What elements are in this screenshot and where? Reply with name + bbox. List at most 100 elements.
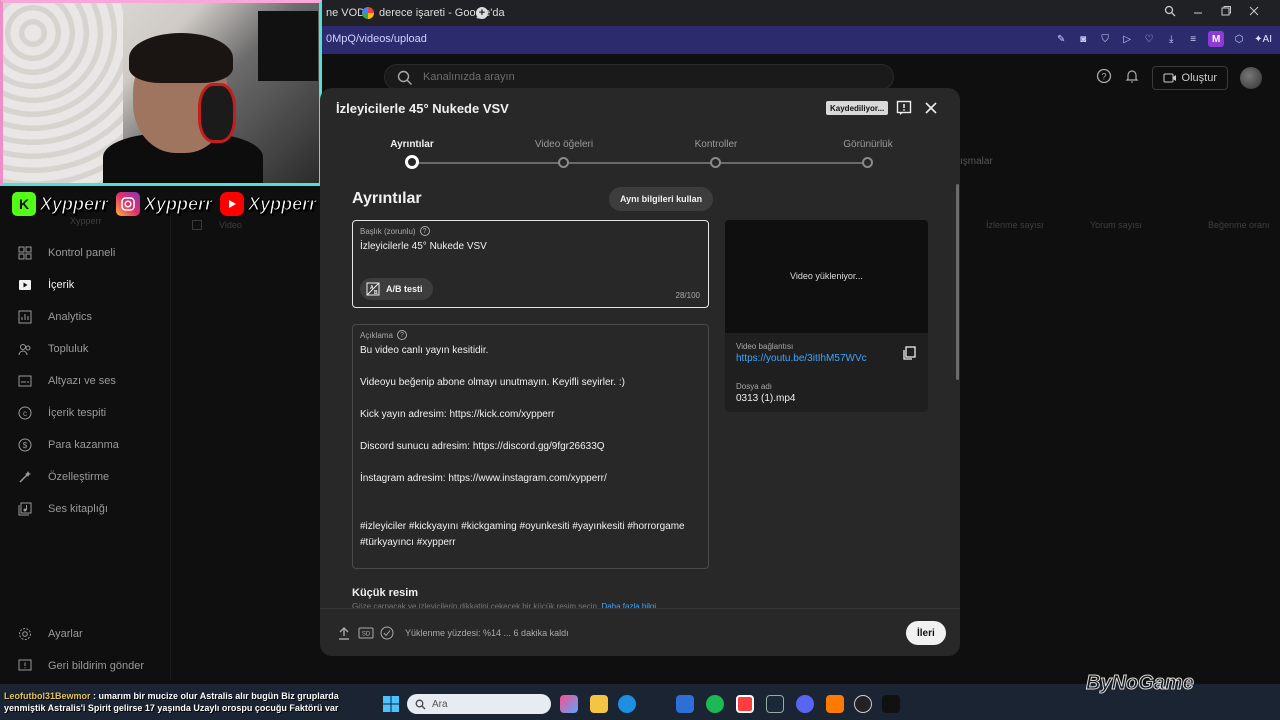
help-icon[interactable]: ? — [1096, 68, 1112, 89]
taskbar-app-icon[interactable] — [826, 695, 844, 713]
step-visibility[interactable]: Görünürlük — [843, 139, 892, 150]
reuse-details-button[interactable]: Aynı bilgileri kullan — [609, 187, 714, 211]
sidebar-item-dashboard[interactable]: Kontrol paneli — [18, 243, 115, 263]
sidebar-item-community[interactable]: Topluluk — [18, 339, 88, 359]
sidebar-item-content-detection[interactable]: c İçerik tespiti — [18, 403, 106, 423]
url-text[interactable]: 0MpQ/videos/upload — [326, 33, 427, 45]
description-line[interactable]: #türkyayıncı #xypperr — [360, 537, 456, 548]
video-link[interactable]: https://youtu.be/3itIhM57WVc — [736, 353, 867, 364]
spotify-icon[interactable] — [706, 695, 724, 713]
sidebar-item-label: Ayarlar — [48, 628, 83, 640]
restore-icon[interactable] — [1220, 5, 1232, 20]
kick-handle: Xypperr — [39, 193, 109, 214]
ab-test-button[interactable]: AB A/B testi — [360, 278, 433, 300]
studio-sidebar: Kontrol paneli İçerik Analytics Topluluk… — [0, 240, 170, 680]
next-button[interactable]: İleri — [906, 621, 946, 645]
step-checks-dot[interactable] — [710, 157, 721, 168]
mail-icon[interactable] — [676, 695, 694, 713]
taskbar-search[interactable]: Ara — [407, 694, 551, 714]
sidebar-item-audio-library[interactable]: Ses kitaplığı — [18, 499, 108, 519]
sidebar-item-send-feedback[interactable]: Geri bildirim gönder — [18, 656, 144, 676]
report-issue-icon[interactable] — [896, 100, 912, 116]
stepper-line — [412, 162, 868, 164]
step-visibility-dot[interactable] — [862, 157, 873, 168]
description-line[interactable]: Discord sunucu adresim: https://discord.… — [360, 441, 605, 452]
taskbar-search-placeholder: Ara — [432, 698, 448, 710]
description-line[interactable]: Bu video canlı yayın kesitidir. — [360, 345, 488, 356]
minimize-icon[interactable] — [1192, 5, 1204, 20]
obs-icon[interactable] — [854, 695, 872, 713]
ai-button[interactable]: ✦AI — [1254, 34, 1272, 45]
thumbnail-section-title: Küçük resim — [352, 587, 419, 599]
search-tabs-icon[interactable] — [1164, 5, 1176, 20]
search-placeholder: Kanalınızda arayın — [423, 71, 515, 83]
sidebar-item-subtitles[interactable]: Altyazı ve ses — [18, 371, 116, 391]
svg-text:B: B — [374, 290, 378, 296]
ab-test-icon: AB — [366, 282, 380, 296]
profile-extension-icon[interactable]: M — [1208, 31, 1225, 47]
create-button[interactable]: Oluştur — [1151, 66, 1228, 90]
sd-icon: SD — [358, 625, 374, 641]
shield-icon[interactable]: ⛉ — [1098, 32, 1112, 46]
sidebar-item-customization[interactable]: Özelleştirme — [18, 467, 109, 487]
column-header-views: İzlenme sayısı — [986, 220, 1044, 230]
dialog-footer: SD Yüklenme yüzdesi: %14 ... 6 dakika ka… — [320, 608, 960, 656]
taskbar-app-icon[interactable] — [882, 695, 900, 713]
chat-username: Leofutbol31Bewmor — [4, 691, 91, 701]
close-icon[interactable] — [923, 100, 939, 116]
sidebar-item-content[interactable]: İçerik — [18, 275, 74, 295]
step-video-elements[interactable]: Video öğeleri — [535, 139, 593, 150]
sidebar-item-analytics[interactable]: Analytics — [18, 307, 92, 327]
step-details[interactable]: Ayrıntılar — [390, 139, 434, 150]
sidebar-item-label: Altyazı ve ses — [48, 375, 116, 387]
close-window-icon[interactable] — [1248, 5, 1260, 20]
social-handles-overlay: K Xypperr Xypperr Xypperr — [12, 190, 320, 218]
heart-icon[interactable]: ♡ — [1142, 32, 1156, 46]
camera-icon[interactable]: ◙ — [1076, 32, 1090, 46]
ai-icon: ✦ — [1254, 33, 1263, 45]
subtitles-icon — [18, 374, 32, 388]
edge-icon[interactable] — [618, 695, 636, 713]
step-checks[interactable]: Kontroller — [695, 139, 738, 150]
file-explorer-icon[interactable] — [590, 695, 608, 713]
account-avatar[interactable] — [1240, 67, 1262, 89]
svg-text:?: ? — [1101, 71, 1106, 81]
description-field[interactable]: Açıklama? Bu video canlı yayın kesitidir… — [352, 324, 709, 569]
windows-start-icon[interactable] — [382, 695, 400, 718]
menu-icon[interactable]: ≡ — [1186, 32, 1200, 46]
step-video-elements-dot[interactable] — [558, 157, 569, 168]
title-input[interactable]: İzleyicilerle 45° Nukede VSV — [360, 241, 487, 252]
notifications-icon[interactable] — [1124, 68, 1140, 89]
description-label-text: Açıklama — [360, 330, 393, 340]
help-icon[interactable]: ? — [419, 226, 430, 236]
description-line[interactable]: Kick yayın adresim: https://kick.com/xyp… — [360, 409, 555, 420]
select-all-checkbox — [192, 220, 202, 230]
upload-progress-text: Yüklenme yüzdesi: %14 ... 6 dakika kaldı — [405, 628, 569, 638]
browser-tab-vod[interactable]: ne VOD — [326, 4, 365, 22]
opera-icon[interactable] — [736, 695, 754, 713]
google-icon — [362, 7, 374, 19]
steam-icon[interactable] — [766, 695, 784, 713]
sidebar-item-label: Para kazanma — [48, 439, 119, 451]
description-line[interactable]: #izleyiciler #kickyayını #kickgaming #oy… — [360, 521, 685, 532]
title-field[interactable]: Başlık (zorunlu)? İzleyicilerle 45° Nuke… — [352, 220, 709, 308]
sidebar-item-monetization[interactable]: $ Para kazanma — [18, 435, 119, 455]
title-char-count: 28/100 — [675, 291, 700, 300]
copy-icon[interactable] — [902, 346, 916, 360]
description-line[interactable]: Videoyu beğenip abone olmayı unutmayın. … — [360, 377, 625, 388]
webcam-streamer-hair — [129, 33, 233, 83]
dialog-scrollbar[interactable] — [956, 184, 959, 380]
play-icon[interactable]: ▷ — [1120, 32, 1134, 46]
edit-icon[interactable]: ✎ — [1054, 32, 1068, 46]
sidebar-item-settings[interactable]: Ayarlar — [18, 624, 83, 644]
discord-icon[interactable] — [796, 695, 814, 713]
download-icon[interactable]: ⤓ — [1164, 32, 1178, 46]
puzzle-icon[interactable]: ⬡ — [1232, 32, 1246, 46]
channel-search-bar[interactable]: Kanalınızda arayın — [384, 64, 894, 90]
description-line[interactable]: İnstagram adresim: https://www.instagram… — [360, 473, 607, 484]
help-icon[interactable]: ? — [396, 330, 407, 340]
step-details-dot[interactable] — [405, 155, 419, 169]
new-tab-button[interactable]: + — [476, 7, 488, 19]
taskbar-app-icon[interactable] — [560, 695, 578, 713]
webcam-headset — [198, 83, 236, 143]
